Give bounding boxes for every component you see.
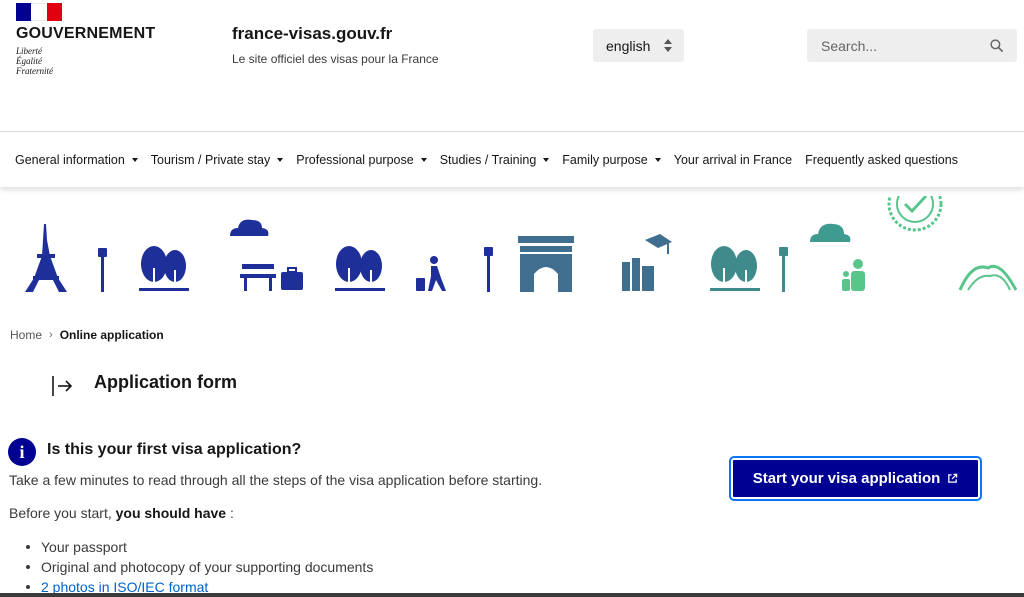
breadcrumb-current: Online application	[59, 328, 164, 342]
site-name: france-visas.gouv.fr	[232, 24, 393, 43]
list-item: Original and photocopy of your supportin…	[25, 558, 373, 578]
start-button-label: Start your visa application	[752, 470, 941, 487]
nav-item-label: Professional purpose	[296, 152, 414, 167]
traveler-icon	[416, 256, 446, 291]
page-title: Application form	[94, 372, 237, 392]
cloud-icon	[810, 223, 851, 242]
nav-item-faq[interactable]: Frequently asked questions	[805, 153, 958, 167]
government-name: GOUVERNEMENT	[16, 25, 156, 42]
external-link-icon	[948, 473, 958, 483]
nav-item-label: Family purpose	[562, 152, 648, 167]
chevron-right-icon: ›	[49, 329, 53, 341]
lamp-post-icon	[779, 247, 788, 292]
lamp-post-icon	[98, 248, 107, 292]
window-bottom-edge	[0, 593, 1024, 597]
site-identity[interactable]: france-visas.gouv.fr Le site officiel de…	[232, 24, 439, 66]
books-graduation-icon	[622, 234, 672, 291]
family-icon	[842, 259, 865, 291]
breadcrumb-home-link[interactable]: Home	[10, 328, 42, 342]
nav-item-tourism[interactable]: Tourism / Private stay	[150, 152, 284, 167]
lamp-post-icon	[484, 247, 493, 292]
arc-de-triomphe-icon	[518, 236, 574, 292]
motto: Liberté Égalité Fraternité	[16, 46, 155, 76]
caret-down-icon	[420, 157, 427, 162]
motto-line: Égalité	[16, 56, 42, 66]
nav-item-label: General information	[15, 152, 125, 167]
cloud-icon	[230, 219, 269, 236]
trees-icon	[710, 246, 760, 291]
motto-line: Fraternité	[16, 66, 53, 76]
caret-down-icon	[277, 157, 284, 162]
search-icon[interactable]	[990, 39, 1003, 52]
requirements-list: Your passport Original and photocopy of …	[25, 538, 373, 597]
intro-text: Take a few minutes to read through all t…	[9, 472, 543, 488]
search-box	[807, 29, 1017, 62]
before-you-start-text: Before you start, you should have :	[9, 505, 234, 521]
nav-item-label: Tourism / Private stay	[150, 152, 271, 167]
breadcrumb: Home › Online application	[10, 328, 164, 342]
site-header: GOUVERNEMENT Liberté Égalité Fraternité …	[0, 0, 1024, 131]
main-navigation: General information Tourism / Private st…	[0, 131, 1024, 187]
bench-suitcase-icon	[240, 264, 303, 291]
search-input[interactable]	[807, 29, 982, 62]
nav-item-studies[interactable]: Studies / Training	[440, 153, 550, 167]
selector-arrows-icon	[664, 39, 672, 52]
before-bold: you should have	[115, 505, 227, 521]
paris-illustration-banner	[25, 196, 1018, 292]
nav-item-family[interactable]: Family purpose	[562, 152, 661, 167]
trees-icon	[139, 246, 189, 291]
caret-down-icon	[131, 157, 138, 162]
info-title: Is this your first visa application?	[47, 441, 302, 458]
nav-item-arrival[interactable]: Your arrival in France	[674, 153, 792, 167]
nav-item-label: Frequently asked questions	[805, 152, 958, 167]
approved-seal-icon	[887, 196, 943, 232]
site-tagline: Le site officiel des visas pour la Franc…	[232, 52, 439, 66]
info-icon: i	[8, 438, 36, 466]
motto-line: Liberté	[16, 46, 42, 56]
language-select[interactable]: english	[593, 29, 684, 62]
caret-down-icon	[543, 157, 550, 162]
nav-item-professional[interactable]: Professional purpose	[296, 152, 427, 167]
arrow-right-bar-icon	[52, 376, 73, 396]
trees-icon	[335, 246, 385, 291]
language-value: english	[606, 37, 651, 54]
before-prefix: Before you start,	[9, 505, 116, 521]
list-item: Your passport	[25, 538, 373, 558]
caret-down-icon	[654, 157, 661, 162]
nav-item-label: Your arrival in France	[673, 152, 793, 167]
eiffel-tower-icon	[25, 224, 67, 292]
before-suffix: :	[226, 505, 234, 521]
nav-item-label: Studies / Training	[439, 152, 537, 167]
start-visa-application-button[interactable]: Start your visa application	[729, 456, 982, 501]
nav-item-general-information[interactable]: General information	[15, 153, 138, 167]
french-flag-logo	[16, 3, 62, 21]
government-logo[interactable]: GOUVERNEMENT Liberté Égalité Fraternité	[16, 3, 155, 76]
